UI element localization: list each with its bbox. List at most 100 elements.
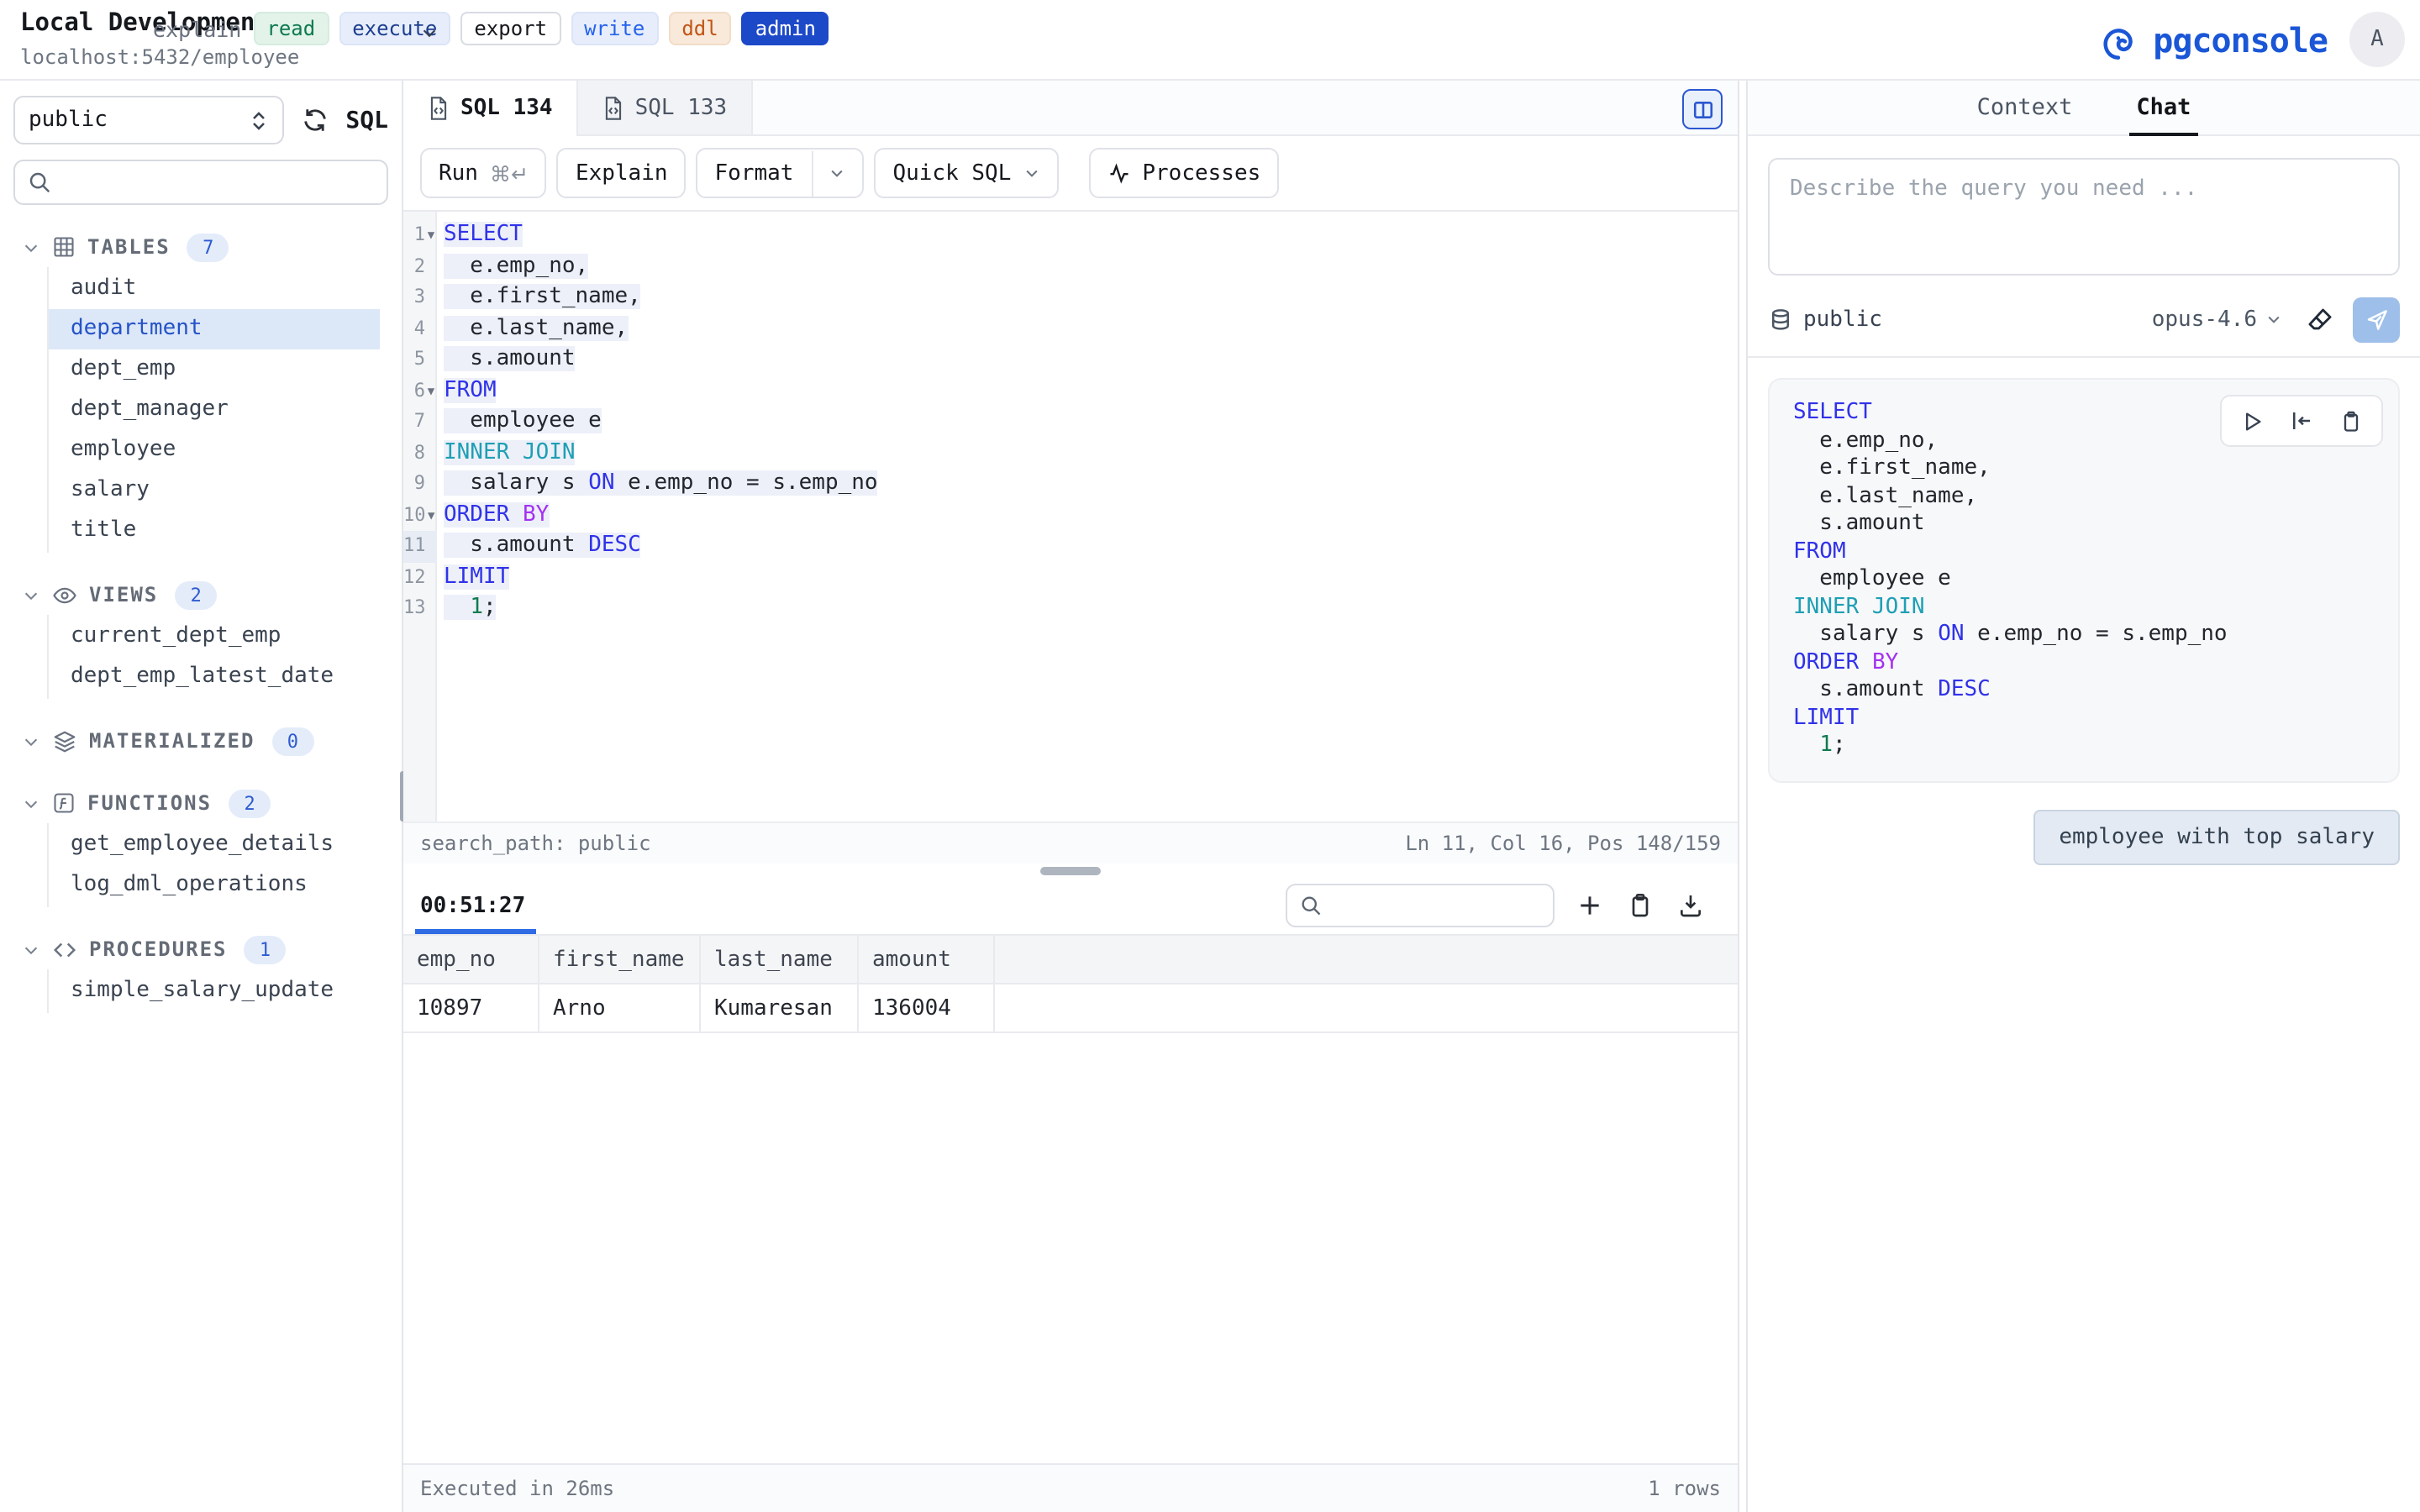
model-name: opus-4.6 — [2152, 307, 2257, 332]
chevron-down-icon — [22, 238, 40, 256]
token-kw: LIMIT — [1793, 705, 1859, 730]
cell-amount: 136004 — [859, 984, 995, 1032]
cell-last_name: Kumaresan — [701, 984, 859, 1032]
user-avatar[interactable]: A — [2349, 12, 2405, 67]
token-kw: SELECT — [444, 222, 523, 247]
sidebar-item-title[interactable]: title — [49, 511, 380, 551]
sidebar-item-simple_salary_update[interactable]: simple_salary_update — [49, 971, 380, 1011]
fold-arrow-icon[interactable]: ▼ — [425, 375, 437, 407]
sidebar-item-audit[interactable]: audit — [49, 269, 380, 309]
sidebar-item-dept_emp_latest_date[interactable]: dept_emp_latest_date — [49, 657, 380, 697]
token-id: e.first_name, — [444, 284, 641, 309]
column-header-emp_no[interactable]: emp_no — [403, 936, 539, 983]
permission-explain: explain — [153, 16, 241, 41]
section-header-materialized[interactable]: MATERIALIZED0 — [0, 721, 402, 761]
logo-wordmark: pgconsole — [2153, 19, 2328, 60]
editor-line: 10▼ORDER BY — [403, 500, 1738, 531]
format-button[interactable]: Format — [697, 148, 865, 198]
sidebar-item-dept_manager[interactable]: dept_manager — [49, 390, 380, 430]
section-label: PROCEDURES — [89, 937, 228, 961]
sql-editor[interactable]: 1▼SELECT2 e.emp_no,3 e.first_name,4 e.la… — [403, 212, 1738, 822]
gutter-line-number: 3 — [403, 282, 437, 313]
processes-button[interactable]: Processes — [1088, 148, 1279, 198]
sidebar-item-department[interactable]: department — [49, 309, 380, 349]
run-suggestion-icon[interactable] — [2240, 409, 2264, 433]
code-tokens: employee e — [444, 408, 602, 433]
fold-arrow-icon[interactable]: ▼ — [425, 220, 437, 251]
add-tab-icon[interactable] — [1576, 892, 1603, 919]
sidebar-search-input[interactable] — [13, 160, 388, 205]
code-text: SELECT — [437, 220, 523, 251]
fold-arrow-icon[interactable]: ▼ — [426, 500, 438, 531]
panel-resize-handle[interactable] — [403, 864, 1738, 877]
schema-context-chip[interactable]: public — [1768, 307, 1882, 332]
section-header-procedures[interactable]: PROCEDURES 1 — [0, 929, 402, 969]
refresh-icon[interactable] — [300, 106, 329, 134]
format-chevron-icon[interactable] — [829, 165, 845, 181]
button-divider — [812, 150, 813, 196]
explain-button[interactable]: Explain — [557, 148, 687, 198]
column-header-first_name[interactable]: first_name — [539, 936, 701, 983]
copy-results-icon[interactable] — [1627, 892, 1654, 919]
download-results-icon[interactable] — [1677, 892, 1704, 919]
clear-chat-icon[interactable] — [2306, 305, 2334, 333]
connection-menu-chevron-icon[interactable] — [420, 24, 439, 42]
token-kw: DESC — [588, 533, 641, 558]
sql-mode-label[interactable]: SQL — [345, 107, 388, 134]
token-kw: FROM — [444, 377, 497, 402]
copy-code-icon[interactable] — [2339, 409, 2363, 433]
split-view-button[interactable] — [1682, 89, 1723, 129]
token-id: salary s — [444, 470, 588, 496]
chat-code-line: s.amount DESC — [1793, 677, 2375, 705]
section-header-functions[interactable]: FUNCTIONS2 — [0, 783, 402, 823]
header-filler — [995, 936, 1738, 983]
token-id: employee e — [444, 408, 602, 433]
code-text: 1; — [437, 593, 497, 624]
token-id: s.amount — [444, 346, 576, 371]
send-button[interactable] — [2353, 297, 2400, 342]
token-id — [509, 501, 523, 527]
column-header-amount[interactable]: amount — [859, 936, 995, 983]
results-timer-tab[interactable]: 00:51:27 — [420, 893, 525, 918]
sidebar-item-current_dept_emp[interactable]: current_dept_emp — [49, 617, 380, 657]
model-selector[interactable]: opus-4.6 — [2152, 307, 2282, 332]
gutter-line-number: 9 — [403, 469, 437, 500]
run-button[interactable]: Run ⌘↵ — [420, 148, 547, 198]
section-count-badge: 0 — [271, 727, 313, 755]
sidebar-item-dept_emp[interactable]: dept_emp — [49, 349, 380, 390]
permission-badges: explain readexecuteexportwriteddladmin — [153, 12, 829, 45]
token-kw: SELECT — [1793, 400, 1872, 425]
sidebar-item-salary[interactable]: salary — [49, 470, 380, 511]
results-search-input[interactable] — [1286, 884, 1555, 927]
section-header-views[interactable]: VIEWS2 — [0, 575, 402, 615]
table-row[interactable]: 10897ArnoKumaresan136004 — [403, 984, 1738, 1033]
schema-context-label: public — [1803, 307, 1882, 332]
section-count-badge: 1 — [245, 935, 287, 963]
token-by: BY — [523, 501, 549, 527]
sidebar-item-get_employee_details[interactable]: get_employee_details — [49, 825, 380, 865]
tab-chat[interactable]: Chat — [2129, 81, 2197, 136]
editor-tab-sql-134[interactable]: SQL 134 — [403, 81, 578, 136]
active-tab-indicator — [415, 929, 536, 934]
editor-tab-sql-133[interactable]: SQL 133 — [578, 81, 753, 134]
sidebar-controls: public SQL — [13, 96, 388, 144]
code-text: e.last_name, — [437, 313, 628, 344]
sidebar-section-materialized: MATERIALIZED0 — [0, 721, 402, 761]
quick-sql-button[interactable]: Quick SQL — [874, 148, 1058, 198]
tab-context[interactable]: Context — [1970, 81, 2080, 136]
cursor-position-status: Ln 11, Col 16, Pos 148/159 — [1405, 832, 1721, 855]
editor-line: 4 e.last_name, — [403, 313, 1738, 344]
insert-into-editor-icon[interactable] — [2289, 408, 2314, 433]
query-prompt-input[interactable] — [1768, 158, 2400, 276]
schema-select[interactable]: public — [13, 96, 283, 144]
sidebar-item-employee[interactable]: employee — [49, 430, 380, 470]
chat-code-line: INNER JOIN — [1793, 594, 2375, 622]
section-header-tables[interactable]: TABLES7 — [0, 227, 402, 267]
assistant-sql-message: SELECT e.emp_no, e.first_name, e.last_na… — [1768, 378, 2400, 782]
tab-label: SQL 133 — [635, 95, 728, 120]
token-kw: ON — [1938, 622, 1964, 647]
code-tokens: e.emp_no, — [444, 253, 588, 278]
editor-line: 11 s.amount DESC — [403, 531, 1738, 562]
column-header-last_name[interactable]: last_name — [701, 936, 859, 983]
sidebar-item-log_dml_operations[interactable]: log_dml_operations — [49, 865, 380, 906]
